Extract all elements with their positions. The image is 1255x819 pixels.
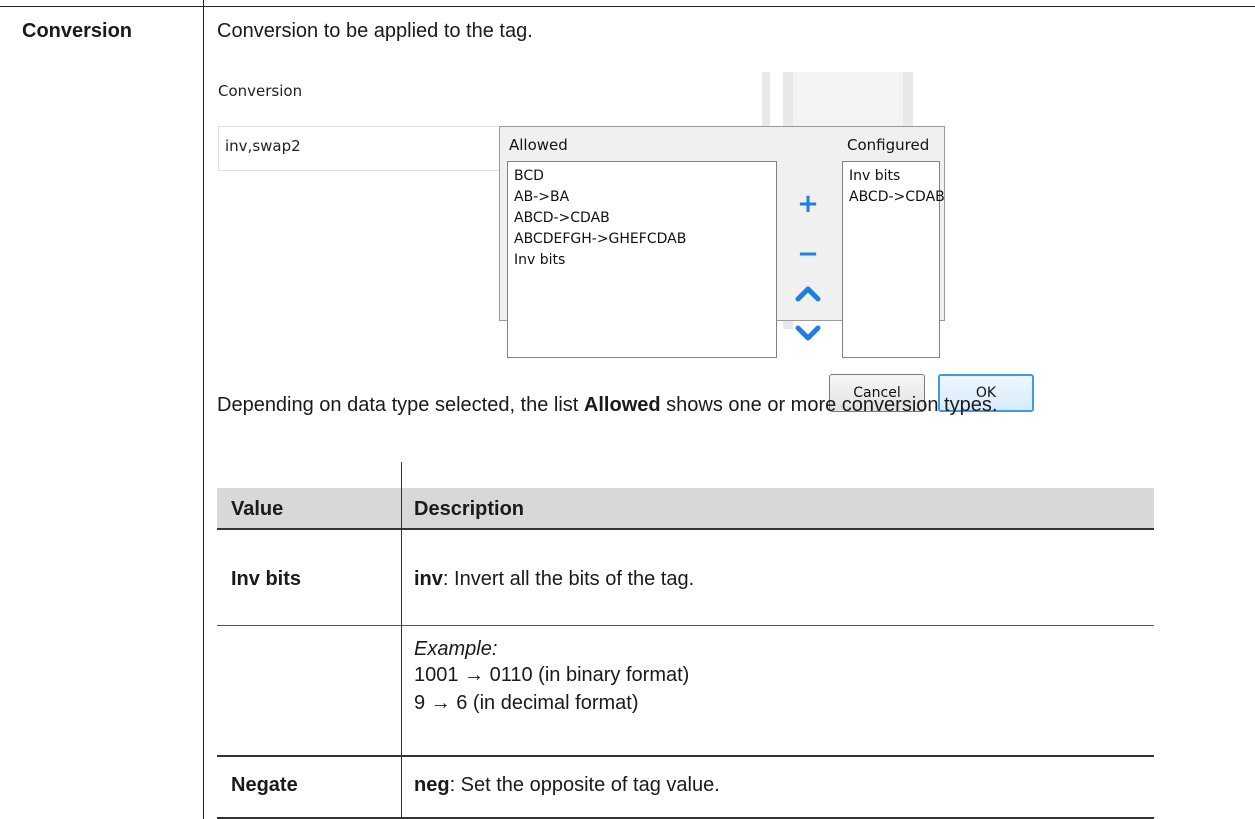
column-divider bbox=[203, 0, 204, 819]
list-item[interactable]: Inv bits bbox=[508, 250, 776, 271]
table-rule bbox=[217, 528, 1154, 530]
row-description: Conversion to be applied to the tag. bbox=[217, 20, 533, 42]
example-line: 9 → 6 (in decimal format) bbox=[414, 692, 639, 714]
example-label: Example: bbox=[414, 638, 498, 660]
table-header-description: Description bbox=[414, 498, 525, 520]
list-item[interactable]: BCD bbox=[508, 162, 776, 187]
conversion-field-label: Conversion bbox=[218, 82, 303, 100]
table-rule bbox=[217, 755, 1154, 757]
table-header bbox=[217, 488, 1154, 530]
table-header-value: Value bbox=[231, 498, 284, 520]
list-item[interactable]: Inv bits bbox=[843, 162, 939, 187]
allowed-explanation: Depending on data type selected, the lis… bbox=[217, 394, 998, 416]
move-up-icon[interactable] bbox=[795, 283, 821, 307]
bg-column-strip bbox=[762, 72, 770, 126]
move-down-icon[interactable] bbox=[795, 324, 821, 348]
configured-title: Configured bbox=[847, 136, 930, 154]
conversion-input-value: inv,swap2 bbox=[225, 137, 301, 155]
table-rule bbox=[217, 625, 1154, 626]
allowed-list[interactable]: BCD AB->BA ABCD->CDAB ABCDEFGH->GHEFCDAB… bbox=[507, 161, 777, 358]
list-item[interactable]: ABCD->CDAB bbox=[843, 187, 945, 208]
bg-column-strip bbox=[793, 72, 903, 126]
row-label: Conversion bbox=[22, 20, 133, 42]
remove-icon[interactable]: − bbox=[793, 241, 823, 267]
add-icon[interactable]: + bbox=[793, 191, 823, 217]
table-row-description: inv: Invert all the bits of the tag. bbox=[414, 568, 695, 590]
bg-column-strip bbox=[783, 72, 793, 126]
bg-column-strip bbox=[903, 72, 913, 126]
bg-column-strip bbox=[783, 321, 793, 329]
table-row-value: Negate bbox=[231, 774, 298, 796]
list-item[interactable]: ABCD->CDAB bbox=[508, 208, 776, 229]
table-column-divider bbox=[401, 462, 402, 819]
configured-list[interactable]: Inv bits ABCD->CDAB bbox=[842, 161, 945, 358]
allowed-title: Allowed bbox=[509, 136, 568, 154]
example-line: 1001 → 0110 (in binary format) bbox=[414, 664, 690, 686]
top-rule bbox=[0, 6, 1255, 7]
list-item[interactable]: AB->BA bbox=[508, 187, 776, 208]
table-row-description: neg: Set the opposite of tag value. bbox=[414, 774, 720, 796]
table-row-value: Inv bits bbox=[231, 568, 302, 590]
list-item[interactable]: ABCDEFGH->GHEFCDAB bbox=[508, 229, 776, 250]
